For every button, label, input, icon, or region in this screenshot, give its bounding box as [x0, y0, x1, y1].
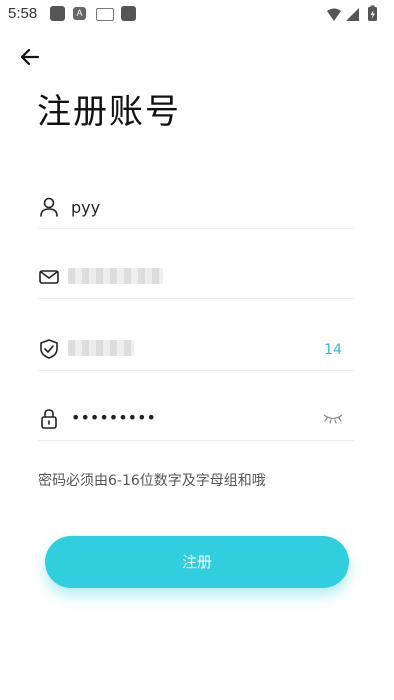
user-icon [40, 197, 58, 217]
password-value[interactable]: ••••••••• [71, 408, 156, 427]
verification-code-value-masked[interactable] [68, 340, 134, 356]
resend-code-countdown[interactable]: 14 [324, 342, 342, 358]
battery-charging-icon [368, 5, 377, 21]
page-title: 注册账号 [37, 92, 181, 132]
app-notification-icon [50, 6, 65, 21]
register-button[interactable]: 注册 [45, 536, 349, 588]
status-time: 5:58 [8, 5, 38, 22]
font-notification-icon: A [73, 7, 86, 20]
system-status-icons [327, 5, 377, 21]
email-field[interactable] [38, 258, 354, 299]
shield-check-icon [40, 339, 58, 359]
mail-icon [39, 270, 59, 284]
username-field[interactable]: pyy [38, 188, 354, 229]
wifi-icon [327, 8, 341, 21]
password-hint: 密码必须由6-16位数字及字母组和哦 [38, 473, 266, 489]
username-value[interactable]: pyy [71, 198, 100, 217]
lock-icon [41, 409, 57, 429]
eye-closed-icon[interactable] [322, 410, 344, 426]
keyboard-icon [96, 8, 114, 21]
arrow-left-icon [20, 48, 40, 66]
verification-code-field[interactable]: 14 [38, 330, 354, 371]
back-button[interactable] [18, 44, 44, 70]
status-bar: 5:58 A [0, 0, 394, 28]
password-field[interactable]: ••••••••• [38, 400, 354, 441]
app-notification-icon-2 [121, 6, 136, 21]
signal-icon [346, 8, 359, 21]
email-value-masked[interactable] [68, 268, 163, 284]
